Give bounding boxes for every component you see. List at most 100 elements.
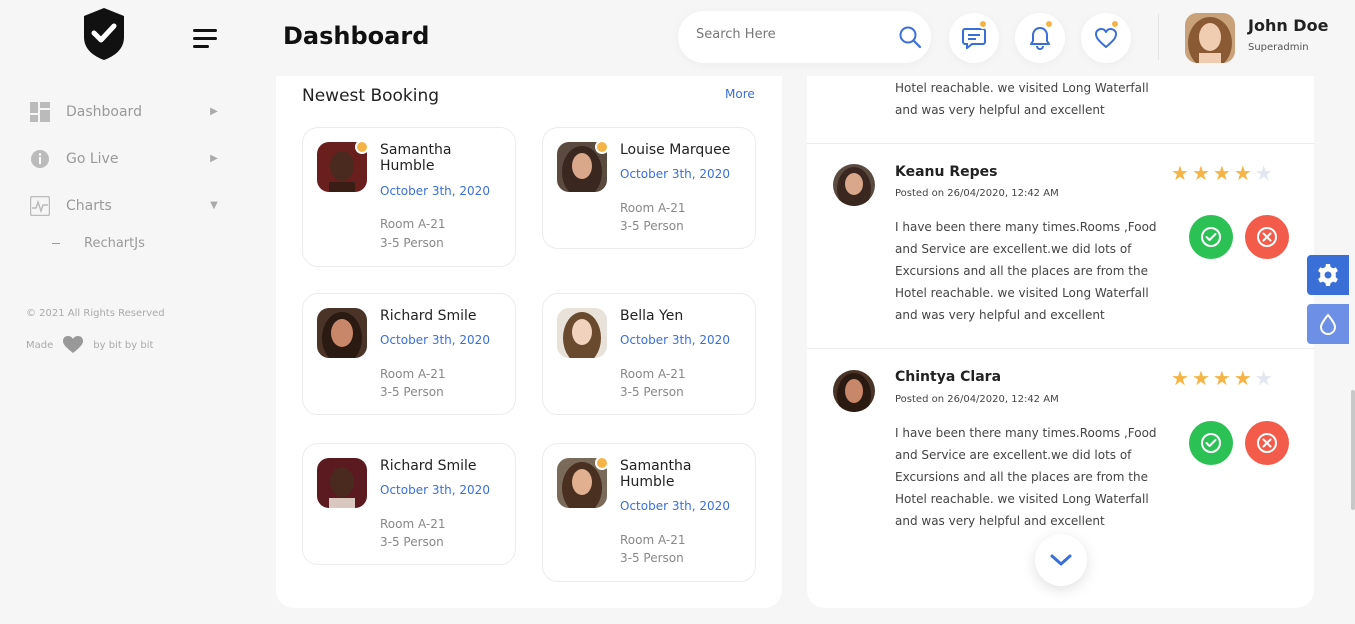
scroll-down-button[interactable] <box>1035 534 1087 586</box>
review-text-partial: Hotel reachable. we visited Long Waterfa… <box>895 81 1149 117</box>
rating-stars: ★ ★ ★ ★ ★ <box>1171 163 1276 183</box>
notification-dot <box>1044 19 1054 29</box>
booking-item[interactable]: Samantha Humble October 3th, 2020 Room A… <box>542 443 756 582</box>
booking-date: October 3th, 2020 <box>380 333 490 347</box>
approve-button[interactable] <box>1189 421 1233 465</box>
bell-icon <box>1030 27 1050 50</box>
booking-persons: 3-5 Person <box>620 551 684 565</box>
shield-check-logo-icon[interactable] <box>82 7 126 61</box>
reviewer-avatar <box>833 164 875 206</box>
sidebar-item-label: Dashboard <box>66 104 142 120</box>
chart-icon <box>30 196 50 216</box>
booking-room: Room A-21 <box>620 201 686 215</box>
menu-toggle-icon[interactable] <box>193 29 218 49</box>
theme-fab[interactable] <box>1307 304 1349 344</box>
booking-room: Room A-21 <box>380 367 446 381</box>
guest-name: Samantha Humble <box>620 458 692 490</box>
booking-date: October 3th, 2020 <box>380 483 490 497</box>
chat-icon <box>962 28 986 49</box>
star-icon: ★ <box>1254 161 1273 185</box>
sidebar-item-charts[interactable]: Charts ▼ <box>30 192 220 220</box>
star-icon: ★ <box>1191 161 1210 185</box>
reject-button[interactable] <box>1245 421 1289 465</box>
booking-persons: 3-5 Person <box>380 236 444 250</box>
booking-persons: 3-5 Person <box>620 385 684 399</box>
booking-room: Room A-21 <box>380 217 446 231</box>
booking-date: October 3th, 2020 <box>620 167 730 181</box>
guest-name: Samantha Humble <box>380 142 452 174</box>
reject-button[interactable] <box>1245 215 1289 259</box>
close-circle-icon <box>1257 433 1277 453</box>
booking-date: October 3th, 2020 <box>620 333 730 347</box>
booking-room: Room A-21 <box>620 533 686 547</box>
grid-icon <box>30 102 50 122</box>
notifications-button[interactable] <box>1015 13 1065 63</box>
user-avatar[interactable] <box>1185 13 1235 63</box>
messages-button[interactable] <box>949 13 999 63</box>
star-icon: ★ <box>1212 161 1231 185</box>
chevron-right-icon: ▶ <box>210 106 218 117</box>
search-box <box>678 11 931 63</box>
booking-room: Room A-21 <box>380 517 446 531</box>
sidebar-subitem-rechartjs[interactable]: RechartJs <box>52 231 220 255</box>
settings-fab[interactable] <box>1307 255 1349 295</box>
online-status-dot <box>595 140 609 154</box>
online-status-dot <box>595 456 609 470</box>
info-icon <box>30 149 50 169</box>
chevron-right-icon: ▶ <box>210 153 218 164</box>
booking-item[interactable]: Samantha Humble October 3th, 2020 Room A… <box>302 127 516 267</box>
made-by-text: Made by bit by bit <box>26 336 153 354</box>
newest-booking-card: Newest Booking More Samantha Humble Octo… <box>276 76 782 608</box>
star-icon: ★ <box>1233 161 1252 185</box>
star-icon: ★ <box>1212 366 1231 390</box>
guest-name: Louise Marquee <box>620 142 731 158</box>
booking-date: October 3th, 2020 <box>380 184 490 198</box>
star-icon: ★ <box>1233 366 1252 390</box>
booking-item[interactable]: Richard Smile October 3th, 2020 Room A-2… <box>302 443 516 565</box>
water-drop-icon <box>1319 313 1337 335</box>
booking-persons: 3-5 Person <box>620 219 684 233</box>
review-date: Posted on 26/04/2020, 12:42 AM <box>895 394 1059 405</box>
made-suffix: by bit by bit <box>93 339 154 351</box>
booking-item[interactable]: Richard Smile October 3th, 2020 Room A-2… <box>302 293 516 415</box>
booking-item[interactable]: Bella Yen October 3th, 2020 Room A-21 3-… <box>542 293 756 415</box>
rating-stars: ★ ★ ★ ★ ★ <box>1171 368 1276 388</box>
page-title: Dashboard <box>283 22 430 50</box>
user-name[interactable]: John Doe <box>1248 16 1328 35</box>
copyright-text: © 2021 All Rights Reserved <box>26 308 165 319</box>
review-divider <box>807 348 1314 349</box>
user-role: Superadmin <box>1248 42 1309 53</box>
search-icon[interactable] <box>898 25 922 49</box>
chevron-down-icon: ▼ <box>210 200 218 211</box>
close-circle-icon <box>1257 227 1277 247</box>
more-link[interactable]: More <box>725 87 755 101</box>
booking-date: October 3th, 2020 <box>620 499 730 513</box>
booking-room: Room A-21 <box>620 367 686 381</box>
approve-button[interactable] <box>1189 215 1233 259</box>
page-scrollbar[interactable] <box>1351 390 1355 510</box>
review-date: Posted on 26/04/2020, 12:42 AM <box>895 188 1059 199</box>
search-input[interactable] <box>696 27 886 42</box>
sidebar-item-dashboard[interactable]: Dashboard ▶ <box>30 98 220 126</box>
booking-persons: 3-5 Person <box>380 385 444 399</box>
guest-name: Richard Smile <box>380 308 477 324</box>
favorites-button[interactable] <box>1081 13 1131 63</box>
review-text: I have been there many times.Rooms ,Food… <box>895 426 1157 528</box>
star-icon: ★ <box>1254 366 1273 390</box>
sidebar: Dashboard ▶ Go Live ▶ Charts ▼ RechartJs… <box>0 0 260 624</box>
star-icon: ★ <box>1191 366 1210 390</box>
reviewer-name: Chintya Clara <box>895 369 1002 385</box>
check-circle-icon <box>1201 227 1221 247</box>
header-divider <box>1158 14 1159 60</box>
guest-name: Richard Smile <box>380 458 477 474</box>
guest-avatar <box>317 458 367 508</box>
guest-avatar <box>557 308 607 358</box>
check-circle-icon <box>1201 433 1221 453</box>
notification-dot <box>1110 19 1120 29</box>
sidebar-item-go-live[interactable]: Go Live ▶ <box>30 145 220 173</box>
booking-item[interactable]: Louise Marquee October 3th, 2020 Room A-… <box>542 127 756 249</box>
sidebar-nav: Dashboard ▶ Go Live ▶ Charts ▼ RechartJs <box>30 98 220 255</box>
reviews-card: Hotel reachable. we visited Long Waterfa… <box>807 76 1314 608</box>
reviewer-name: Keanu Repes <box>895 164 998 180</box>
review-divider <box>807 143 1314 144</box>
